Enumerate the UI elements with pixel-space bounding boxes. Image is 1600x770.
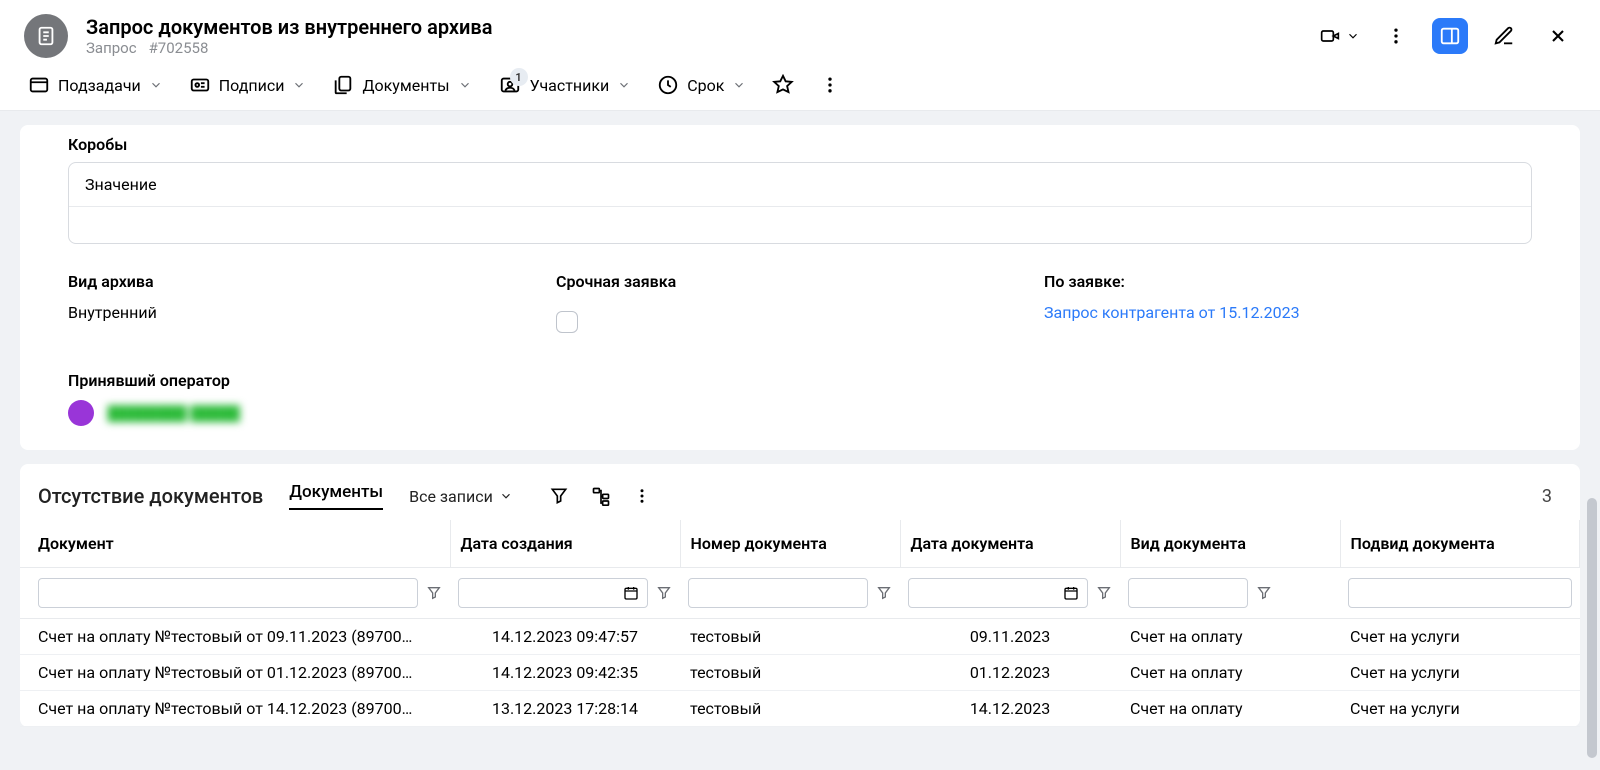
- video-call-button[interactable]: [1318, 18, 1360, 54]
- table-row[interactable]: Счет на оплату №тестовый от 14.12.2023 (…: [20, 691, 1580, 727]
- layout-toggle-button[interactable]: [1432, 18, 1468, 54]
- funnel-icon[interactable]: [549, 486, 569, 506]
- participants-count-badge: 1: [510, 68, 528, 86]
- participants-menu[interactable]: 1 Участники: [498, 74, 632, 96]
- close-button[interactable]: [1540, 18, 1576, 54]
- signatures-label: Подписи: [219, 76, 285, 95]
- funnel-icon[interactable]: [426, 585, 442, 601]
- documents-label: Документы: [362, 76, 449, 95]
- signatures-menu[interactable]: Подписи: [189, 74, 307, 96]
- cell-doc-date: 14.12.2023: [900, 691, 1120, 727]
- chevron-down-icon: [732, 78, 746, 92]
- table-filter-label: Все записи: [409, 487, 493, 506]
- col-doc-subtype[interactable]: Подвид документа: [1340, 520, 1580, 568]
- cell-created: 13.12.2023 17:28:14: [450, 691, 680, 727]
- cell-document: Счет на оплату №тестовый от 09.11.2023 (…: [20, 619, 450, 655]
- toolbar: Подзадачи Подписи Документы 1 Участники …: [0, 64, 1600, 111]
- cell-document: Счет на оплату №тестовый от 01.12.2023 (…: [20, 655, 450, 691]
- chevron-down-icon: [149, 78, 163, 92]
- col-document[interactable]: Документ: [20, 520, 450, 568]
- table-count: 3: [1542, 486, 1562, 507]
- calendar-icon: [623, 585, 639, 601]
- more-vertical-icon[interactable]: [1378, 18, 1414, 54]
- cell-created: 14.12.2023 09:42:35: [450, 655, 680, 691]
- filter-number-input[interactable]: [688, 578, 868, 608]
- table-more-icon[interactable]: [633, 487, 651, 505]
- subtasks-label: Подзадачи: [58, 76, 141, 95]
- cell-doc-type: Счет на оплату: [1120, 655, 1340, 691]
- edit-button[interactable]: [1486, 18, 1522, 54]
- by-request-link[interactable]: Запрос контрагента от 15.12.2023: [1044, 303, 1532, 322]
- col-created[interactable]: Дата создания: [450, 520, 680, 568]
- cell-doc-type: Счет на оплату: [1120, 691, 1340, 727]
- col-doc-type[interactable]: Вид документа: [1120, 520, 1340, 568]
- archive-type-label: Вид архива: [68, 272, 556, 291]
- table-filter-select[interactable]: Все записи: [409, 487, 513, 506]
- boxes-table-body[interactable]: [69, 207, 1531, 243]
- cell-created: 14.12.2023 09:47:57: [450, 619, 680, 655]
- scrollbar[interactable]: [1587, 60, 1597, 760]
- document-icon: [24, 14, 68, 58]
- deadline-menu[interactable]: Срок: [657, 74, 746, 96]
- page-title: Запрос документов из внутреннего архива: [86, 15, 1318, 39]
- archive-type-value: Внутренний: [68, 303, 556, 322]
- toolbar-more-icon[interactable]: [820, 75, 840, 95]
- cell-number: тестовый: [680, 655, 900, 691]
- chevron-down-icon: [292, 78, 306, 92]
- cell-doc-date: 01.12.2023: [900, 655, 1120, 691]
- table-section-title: Отсутствие документов: [38, 484, 263, 508]
- urgent-checkbox[interactable]: [556, 311, 578, 333]
- by-request-label: По заявке:: [1044, 272, 1532, 291]
- filter-document-input[interactable]: [38, 578, 418, 608]
- boxes-label: Коробы: [68, 125, 1532, 154]
- documents-menu[interactable]: Документы: [332, 74, 471, 96]
- cell-number: тестовый: [680, 691, 900, 727]
- cell-doc-type: Счет на оплату: [1120, 619, 1340, 655]
- subtasks-menu[interactable]: Подзадачи: [28, 74, 163, 96]
- tree-icon[interactable]: [591, 486, 611, 506]
- page-type: Запрос: [86, 39, 137, 57]
- chevron-down-icon: [458, 78, 472, 92]
- funnel-icon[interactable]: [1096, 585, 1112, 601]
- page-id: #702558: [149, 39, 209, 57]
- deadline-label: Срок: [687, 76, 724, 95]
- filter-created-input[interactable]: [458, 578, 648, 608]
- col-number[interactable]: Номер документа: [680, 520, 900, 568]
- boxes-table: Значение: [68, 162, 1532, 244]
- documents-table: Документ Дата создания Номер документа Д…: [20, 520, 1580, 727]
- page-header: Запрос документов из внутреннего архива …: [0, 0, 1600, 64]
- col-doc-date[interactable]: Дата документа: [900, 520, 1120, 568]
- favorite-button[interactable]: [772, 74, 794, 96]
- cell-doc-subtype: Счет на услуги: [1340, 691, 1580, 727]
- filter-doc-date-input[interactable]: [908, 578, 1088, 608]
- funnel-icon[interactable]: [1256, 585, 1272, 601]
- funnel-icon[interactable]: [876, 585, 892, 601]
- calendar-icon: [1063, 585, 1079, 601]
- users-icon: 1: [498, 74, 522, 96]
- participants-label: Участники: [530, 76, 610, 95]
- scrollbar-thumb[interactable]: [1587, 498, 1597, 758]
- operator-avatar[interactable]: [68, 400, 94, 426]
- operator-name[interactable]: ████████ █████: [107, 405, 239, 422]
- boxes-table-header: Значение: [69, 163, 1531, 207]
- cell-doc-subtype: Счет на услуги: [1340, 655, 1580, 691]
- cell-doc-subtype: Счет на услуги: [1340, 619, 1580, 655]
- cell-number: тестовый: [680, 619, 900, 655]
- chevron-down-icon: [617, 78, 631, 92]
- table-row[interactable]: Счет на оплату №тестовый от 01.12.2023 (…: [20, 655, 1580, 691]
- filter-doc-type-input[interactable]: [1128, 578, 1248, 608]
- cell-document: Счет на оплату №тестовый от 14.12.2023 (…: [20, 691, 450, 727]
- urgent-label: Срочная заявка: [556, 272, 1044, 291]
- funnel-icon[interactable]: [656, 585, 672, 601]
- table-row[interactable]: Счет на оплату №тестовый от 09.11.2023 (…: [20, 619, 1580, 655]
- filter-doc-subtype-input[interactable]: [1348, 578, 1572, 608]
- cell-doc-date: 09.11.2023: [900, 619, 1120, 655]
- operator-label: Принявший оператор: [68, 371, 1532, 390]
- table-tab-documents[interactable]: Документы: [289, 482, 383, 510]
